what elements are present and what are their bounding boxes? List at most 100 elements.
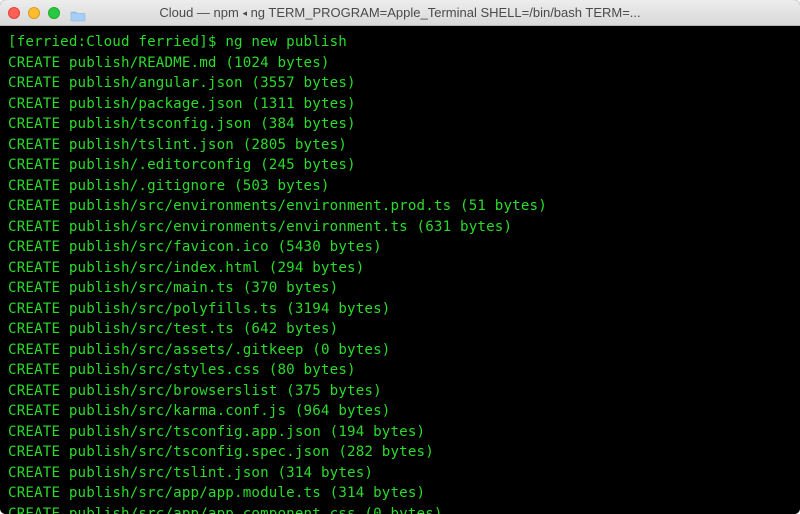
create-label: CREATE <box>8 178 60 194</box>
file-size: (503 bytes) <box>234 178 330 194</box>
create-label: CREATE <box>8 383 60 399</box>
title-prefix: Cloud — npm <box>159 5 242 20</box>
create-label: CREATE <box>8 260 60 276</box>
create-label: CREATE <box>8 362 60 378</box>
file-size: (80 bytes) <box>269 362 356 378</box>
file-path: publish/src/environments/environment.ts <box>69 219 408 235</box>
output-line: CREATE publish/src/styles.css (80 bytes) <box>8 360 792 381</box>
file-size: (314 bytes) <box>277 465 373 481</box>
file-path: publish/src/styles.css <box>69 362 260 378</box>
file-path: publish/.gitignore <box>69 178 225 194</box>
prompt-host: ferried:Cloud ferried <box>17 34 200 50</box>
minimize-button[interactable] <box>28 7 40 19</box>
create-label: CREATE <box>8 485 60 501</box>
create-label: CREATE <box>8 465 60 481</box>
create-label: CREATE <box>8 137 60 153</box>
output-line: CREATE publish/.gitignore (503 bytes) <box>8 176 792 197</box>
file-path: publish/tsconfig.json <box>69 116 252 132</box>
file-size: (3557 bytes) <box>251 75 355 91</box>
file-size: (3194 bytes) <box>286 301 390 317</box>
file-size: (1024 bytes) <box>225 55 329 71</box>
output-line: CREATE publish/src/main.ts (370 bytes) <box>8 278 792 299</box>
create-label: CREATE <box>8 403 60 419</box>
create-label: CREATE <box>8 219 60 235</box>
output-line: CREATE publish/angular.json (3557 bytes) <box>8 73 792 94</box>
output-line: CREATE publish/.editorconfig (245 bytes) <box>8 155 792 176</box>
create-label: CREATE <box>8 506 60 514</box>
file-path: publish/src/tsconfig.spec.json <box>69 444 330 460</box>
output-line: CREATE publish/src/browserslist (375 byt… <box>8 381 792 402</box>
terminal-body[interactable]: [ferried:Cloud ferried]$ ng new publishC… <box>0 26 800 514</box>
prompt-command: ng new publish <box>217 34 347 50</box>
file-path: publish/src/test.ts <box>69 321 234 337</box>
folder-icon <box>70 7 86 19</box>
create-label: CREATE <box>8 157 60 173</box>
create-label: CREATE <box>8 301 60 317</box>
file-size: (631 bytes) <box>417 219 513 235</box>
close-button[interactable] <box>8 7 20 19</box>
prompt-close-bracket: ]$ <box>199 34 216 50</box>
file-size: (294 bytes) <box>269 260 365 276</box>
file-size: (51 bytes) <box>460 198 547 214</box>
output-line: CREATE publish/src/assets/.gitkeep (0 by… <box>8 340 792 361</box>
file-size: (0 bytes) <box>364 506 442 514</box>
file-size: (964 bytes) <box>295 403 391 419</box>
file-size: (282 bytes) <box>338 444 434 460</box>
file-path: publish/src/favicon.ico <box>69 239 269 255</box>
file-path: publish/angular.json <box>69 75 243 91</box>
output-line: CREATE publish/src/test.ts (642 bytes) <box>8 319 792 340</box>
file-path: publish/src/tsconfig.app.json <box>69 424 321 440</box>
prompt-open-bracket: [ <box>8 34 17 50</box>
output-line: CREATE publish/src/tsconfig.spec.json (2… <box>8 442 792 463</box>
file-path: publish/src/assets/.gitkeep <box>69 342 304 358</box>
file-path: publish/src/karma.conf.js <box>69 403 286 419</box>
output-line: CREATE publish/src/environments/environm… <box>8 217 792 238</box>
file-size: (194 bytes) <box>330 424 426 440</box>
prompt-line: [ferried:Cloud ferried]$ ng new publish <box>8 32 792 53</box>
file-path: publish/src/app/app.component.css <box>69 506 356 514</box>
maximize-button[interactable] <box>48 7 60 19</box>
create-label: CREATE <box>8 444 60 460</box>
file-size: (642 bytes) <box>243 321 339 337</box>
file-size: (375 bytes) <box>286 383 382 399</box>
file-path: publish/src/environments/environment.pro… <box>69 198 451 214</box>
output-line: CREATE publish/package.json (1311 bytes) <box>8 94 792 115</box>
file-size: (1311 bytes) <box>251 96 355 112</box>
output-line: CREATE publish/tslint.json (2805 bytes) <box>8 135 792 156</box>
output-line: CREATE publish/src/polyfills.ts (3194 by… <box>8 299 792 320</box>
output-line: CREATE publish/src/favicon.ico (5430 byt… <box>8 237 792 258</box>
window-title: Cloud — npm ◂ ng TERM_PROGRAM=Apple_Term… <box>0 5 800 20</box>
file-path: publish/README.md <box>69 55 217 71</box>
create-label: CREATE <box>8 424 60 440</box>
file-size: (384 bytes) <box>260 116 356 132</box>
create-label: CREATE <box>8 321 60 337</box>
output-line: CREATE publish/src/tsconfig.app.json (19… <box>8 422 792 443</box>
file-path: publish/package.json <box>69 96 243 112</box>
file-path: publish/src/main.ts <box>69 280 234 296</box>
file-size: (2805 bytes) <box>243 137 347 153</box>
file-size: (245 bytes) <box>260 157 356 173</box>
create-label: CREATE <box>8 96 60 112</box>
file-path: publish/src/polyfills.ts <box>69 301 278 317</box>
file-path: publish/src/browserslist <box>69 383 278 399</box>
file-path: publish/src/app/app.module.ts <box>69 485 321 501</box>
output-line: CREATE publish/README.md (1024 bytes) <box>8 53 792 74</box>
create-label: CREATE <box>8 116 60 132</box>
file-path: publish/tslint.json <box>69 137 234 153</box>
output-line: CREATE publish/tsconfig.json (384 bytes) <box>8 114 792 135</box>
output-line: CREATE publish/src/app/app.module.ts (31… <box>8 483 792 504</box>
create-label: CREATE <box>8 239 60 255</box>
create-label: CREATE <box>8 75 60 91</box>
create-label: CREATE <box>8 280 60 296</box>
create-label: CREATE <box>8 55 60 71</box>
file-path: publish/.editorconfig <box>69 157 252 173</box>
titlebar[interactable]: Cloud — npm ◂ ng TERM_PROGRAM=Apple_Term… <box>0 0 800 26</box>
terminal-window: Cloud — npm ◂ ng TERM_PROGRAM=Apple_Term… <box>0 0 800 514</box>
title-separator-icon: ◂ <box>242 8 247 18</box>
file-size: (314 bytes) <box>330 485 426 501</box>
output-line: CREATE publish/src/tslint.json (314 byte… <box>8 463 792 484</box>
file-size: (0 bytes) <box>312 342 390 358</box>
output-line: CREATE publish/src/app/app.component.css… <box>8 504 792 514</box>
terminal-output: CREATE publish/README.md (1024 bytes)CRE… <box>8 53 792 514</box>
traffic-lights <box>8 7 60 19</box>
